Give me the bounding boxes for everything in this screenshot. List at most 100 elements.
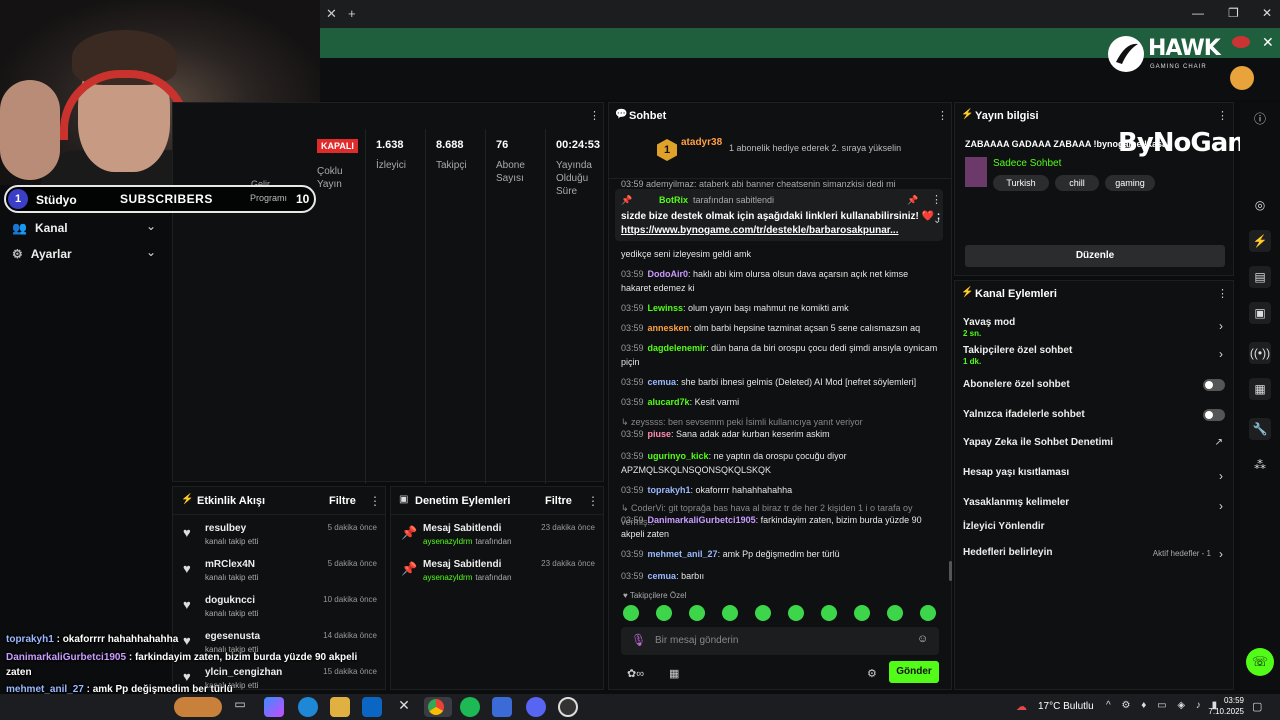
tag-chip[interactable]: chill xyxy=(1055,175,1099,191)
channel-action[interactable]: Hedefleri belirleyin Aktif hedefler - 1 › xyxy=(955,547,1233,571)
chat-user[interactable]: DanimarkaliGurbetci1905 xyxy=(648,515,756,525)
chat-user[interactable]: cemua xyxy=(648,377,677,387)
channel-action[interactable]: Abonelere özel sohbet xyxy=(955,379,1233,403)
channel-action[interactable]: Yasaklanmış kelimeler › xyxy=(955,497,1233,521)
apps-icon[interactable]: ⁂ xyxy=(1249,454,1271,476)
emote-icon[interactable] xyxy=(788,605,804,621)
obs-icon[interactable] xyxy=(558,697,578,717)
send-button[interactable]: Gönder xyxy=(889,661,939,683)
clock-time[interactable]: 03:59 xyxy=(1208,696,1244,705)
chat-user[interactable]: toprakyh1 xyxy=(648,485,691,495)
more-icon[interactable]: ⋮ xyxy=(589,109,600,122)
more-icon[interactable]: ⋮ xyxy=(369,494,381,508)
toggle-switch[interactable] xyxy=(1203,409,1225,421)
chevron-down-icon[interactable]: ⌄ xyxy=(146,245,156,259)
channel-action[interactable]: Hesap yaşı kısıtlaması › xyxy=(955,467,1233,491)
weather-text[interactable]: 17°C Bulutlu xyxy=(1038,701,1094,712)
more-icon[interactable]: ⋮ xyxy=(937,109,948,122)
emote-icon[interactable] xyxy=(722,605,738,621)
more-icon[interactable]: ⋮ xyxy=(931,193,942,206)
chevron-right-icon[interactable]: › xyxy=(1219,499,1223,513)
mod-filter-button[interactable]: Filtre xyxy=(545,495,572,507)
activity-user[interactable]: resulbey xyxy=(205,523,246,534)
external-link-icon[interactable]: ↗ xyxy=(1215,437,1223,448)
avatar[interactable] xyxy=(1230,66,1254,90)
chat-icon[interactable]: ▣ xyxy=(1249,302,1271,324)
emoji-icon[interactable]: ☺ xyxy=(917,633,928,645)
channel-action[interactable]: Yalnızca ifadelerle sohbet xyxy=(955,409,1233,433)
activity-filter-button[interactable]: Filtre xyxy=(329,495,356,507)
emote-icon[interactable] xyxy=(656,605,672,621)
emote-icon[interactable] xyxy=(887,605,903,621)
minimize-icon[interactable]: — xyxy=(1192,6,1204,20)
list-icon[interactable]: ▤ xyxy=(1249,266,1271,288)
chat-user[interactable]: DodoAir0 xyxy=(648,269,689,279)
tag-chip[interactable]: gaming xyxy=(1105,175,1155,191)
discord-icon[interactable] xyxy=(526,697,546,717)
emote-icon[interactable] xyxy=(755,605,771,621)
maximize-icon[interactable]: ❐ xyxy=(1228,6,1239,20)
unpin-icon[interactable]: 📌 xyxy=(907,195,918,206)
chat-user[interactable]: Lewinss xyxy=(648,303,684,313)
chevron-down-icon[interactable]: ⌄ xyxy=(933,215,941,226)
emote-icon[interactable] xyxy=(689,605,705,621)
new-tab-icon[interactable]: + xyxy=(348,6,356,21)
folder-icon[interactable] xyxy=(330,697,350,717)
chat-input[interactable]: 🎙 Bir mesaj gönderin ☺ xyxy=(621,627,939,655)
chevron-right-icon[interactable]: › xyxy=(1219,469,1223,483)
chat-user[interactable]: piuse xyxy=(648,429,672,439)
emote-icon[interactable] xyxy=(920,605,936,621)
emote-icon[interactable] xyxy=(854,605,870,621)
mod-item[interactable]: 📌 Mesaj Sabitlendi aysenazyldrm tarafından 2… xyxy=(391,523,603,559)
activity-item[interactable]: ♥ mRClex4N kanalı takip etti 5 dakika önce xyxy=(173,559,385,595)
broadcast-icon[interactable]: ((•)) xyxy=(1249,342,1271,364)
chevron-down-icon[interactable]: ⌄ xyxy=(146,219,156,233)
emote-icon[interactable] xyxy=(821,605,837,621)
edge-icon[interactable] xyxy=(298,697,318,717)
emote-icon[interactable]: ✿∞ xyxy=(627,667,644,680)
more-icon[interactable]: ⋮ xyxy=(1217,109,1228,122)
edit-button[interactable]: Düzenle xyxy=(965,245,1225,267)
activity-user[interactable]: doguknсci xyxy=(205,595,255,606)
activity-user[interactable]: ylcin_cengizhan xyxy=(205,667,282,678)
mod-user[interactable]: aysenazyldrm xyxy=(423,573,472,582)
channel-action[interactable]: Yavaş mod 2 sn. › xyxy=(955,317,1233,341)
chat-user[interactable]: cemua xyxy=(648,571,677,581)
outlook-icon[interactable] xyxy=(362,697,382,717)
pinned-link[interactable]: https://www.bynogame.com/tr/destekle/bar… xyxy=(621,225,898,236)
close-tab-icon[interactable]: ✕ xyxy=(326,6,337,22)
spotify-icon[interactable] xyxy=(460,697,480,717)
store-icon[interactable]: ▦ xyxy=(669,667,679,680)
chrome-icon[interactable] xyxy=(424,697,452,717)
notification-icon[interactable]: ▢ xyxy=(1252,700,1262,713)
window-close-icon[interactable]: ✕ xyxy=(1262,6,1272,20)
tag-chip[interactable]: Turkish xyxy=(993,175,1049,191)
taskview-icon[interactable]: ▭ xyxy=(230,697,250,717)
channel-action[interactable]: Takipçilere özel sohbet 1 dk. › xyxy=(955,345,1233,369)
chat-user[interactable]: mehmet_anil_27 xyxy=(648,549,718,559)
chat-user[interactable]: dagdelenemir xyxy=(648,343,707,353)
activity-user[interactable]: mRClex4N xyxy=(205,559,255,570)
gear-icon[interactable]: ⚙ xyxy=(867,667,877,680)
app-icon[interactable] xyxy=(492,697,512,717)
gifter-name[interactable]: atadyr38 xyxy=(681,137,722,148)
copilot-icon[interactable] xyxy=(264,697,284,717)
chevron-right-icon[interactable]: › xyxy=(1219,319,1223,333)
sidebar-item-kanal[interactable]: 👥 Kanal xyxy=(12,221,68,235)
capture-icon[interactable]: ◎ xyxy=(1249,194,1271,216)
activity-item[interactable]: ♥ doguknсci kanalı takip etti 10 dakika önc… xyxy=(173,595,385,631)
mic-icon[interactable]: 🎙 xyxy=(631,633,646,647)
chevron-right-icon[interactable]: › xyxy=(1219,347,1223,361)
chat-user[interactable]: annesken xyxy=(648,323,690,333)
category-name[interactable]: Sadece Sohbet xyxy=(993,158,1061,169)
bolt-icon[interactable]: ⚡ xyxy=(1249,230,1271,252)
chat-scrollbar[interactable] xyxy=(949,561,952,581)
layout-icon[interactable]: ▦ xyxy=(1249,378,1271,400)
wrench-icon[interactable]: 🔧 xyxy=(1249,418,1271,440)
toggle-switch[interactable] xyxy=(1203,379,1225,391)
chevron-right-icon[interactable]: › xyxy=(1219,547,1223,561)
info-icon[interactable]: ⓘ xyxy=(1249,108,1271,130)
clock-date[interactable]: 7.10.2025 xyxy=(1200,707,1244,716)
capcut-icon[interactable]: ✕ xyxy=(394,697,414,717)
more-icon[interactable]: ⋮ xyxy=(587,494,599,508)
